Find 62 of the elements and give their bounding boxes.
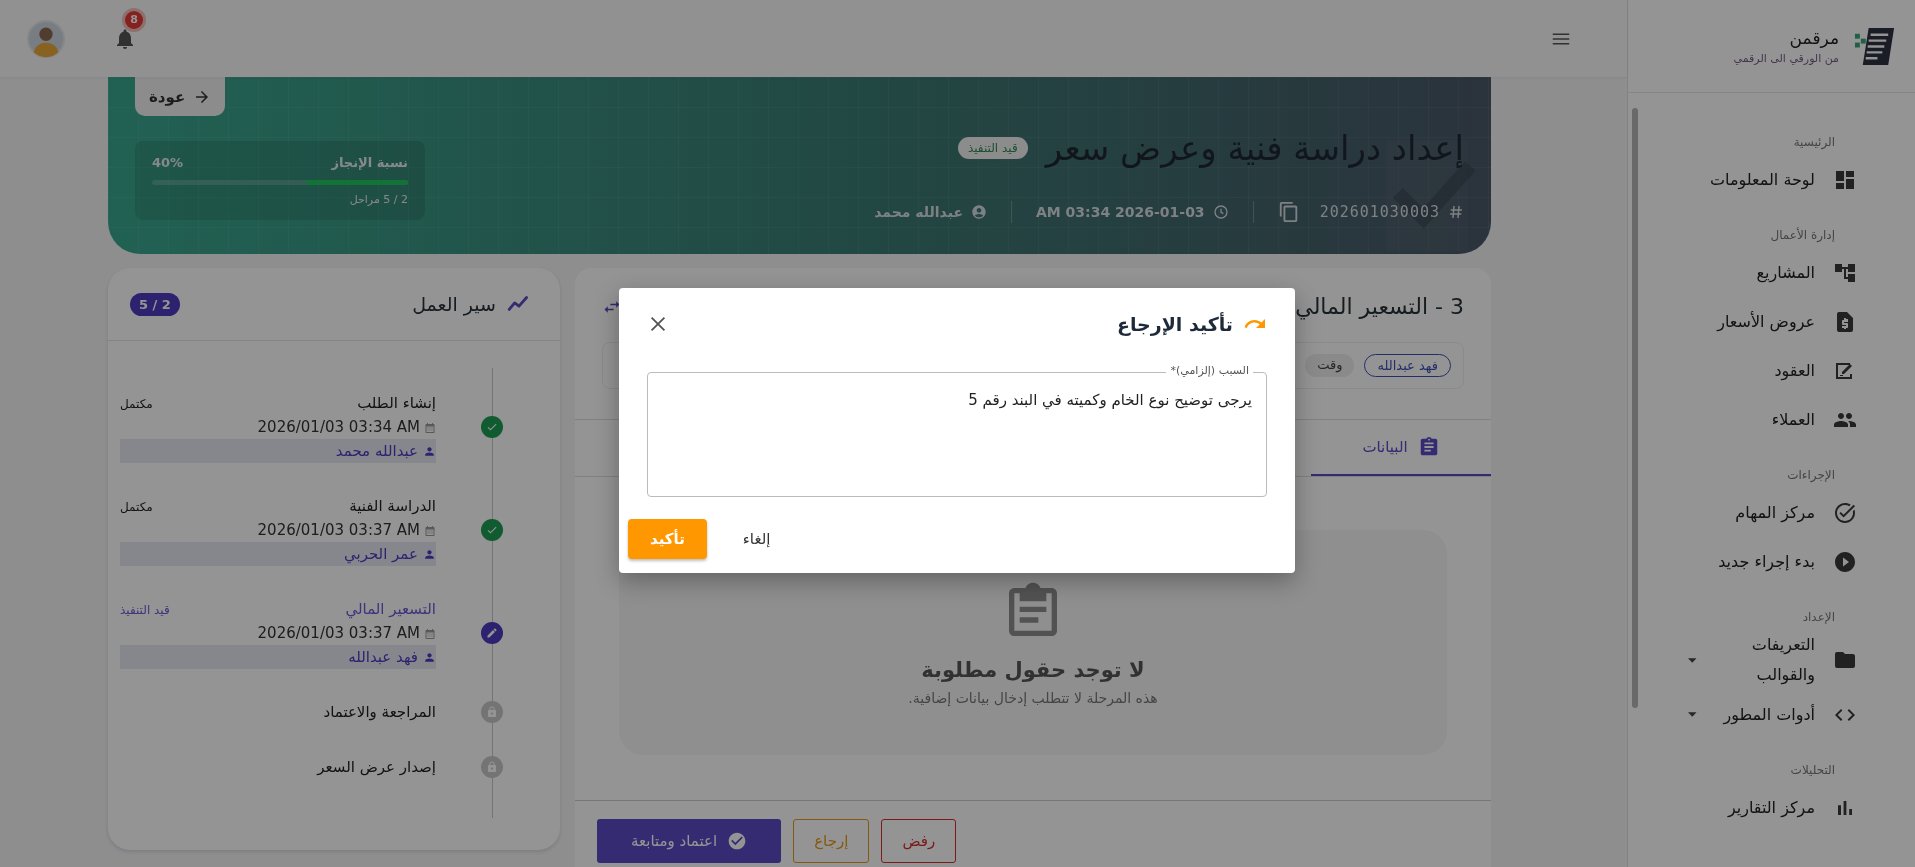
created-date: 2026-01-03 03:34 AM: [1035, 204, 1205, 220]
empty-text: هذه المرحلة لا تتطلب إدخال بيانات إضافية.: [908, 689, 1158, 706]
step-title: إنشاء الطلب: [357, 393, 436, 414]
creator-name: عبدالله محمد: [874, 204, 963, 220]
person-icon: [423, 547, 436, 561]
request-number: 202601030003: [1319, 203, 1440, 221]
person-icon: [423, 650, 436, 664]
step-title: المراجعة والاعتماد: [323, 702, 436, 723]
lock-icon: [481, 701, 503, 723]
hash-icon: [1448, 204, 1464, 220]
brand-name: مرقمن: [1788, 27, 1839, 48]
check-icon: [481, 519, 503, 541]
assignee-name: عمر الحربي: [343, 544, 418, 566]
step-date: 2026/01/03 03:34 AM: [257, 417, 420, 438]
scrollbar[interactable]: [1632, 108, 1638, 708]
avatar[interactable]: [27, 19, 65, 58]
empty-title: لا توجد حقول مطلوبة: [921, 657, 1145, 682]
person-icon: [423, 444, 436, 458]
back-button[interactable]: عودة: [135, 77, 226, 116]
step-date: 2026/01/03 03:37 AM: [257, 520, 420, 541]
nav-item[interactable]: أدوات المطور: [1628, 690, 1915, 739]
approve-button[interactable]: اعتماد ومتابعة: [597, 819, 782, 863]
notification-badge: 8: [125, 10, 143, 29]
step-title: الدراسة الفنية: [349, 496, 436, 517]
step-date: 2026/01/03 03:37 AM: [257, 623, 420, 644]
status-badge: قيد التنفيذ: [957, 137, 1028, 159]
workflow-title: سير العمل: [412, 293, 496, 315]
play-icon: [1833, 549, 1857, 574]
brand-tagline: من الورقي الى الرقمي: [1733, 51, 1839, 65]
nav-item[interactable]: مركز التقارير: [1628, 783, 1915, 832]
calendar-icon: [424, 524, 436, 537]
nav-section-label: الإجراءات: [1786, 467, 1836, 484]
step-status: قيد التنفيذ: [120, 602, 170, 619]
nav-section-label: إدارة الأعمال: [1769, 226, 1836, 244]
progress-label: نسبة الإنجاز: [331, 155, 408, 170]
progress-percent: 40%: [152, 155, 184, 170]
copy-icon[interactable]: [1277, 201, 1300, 223]
cancel-button[interactable]: إلغاء: [730, 519, 783, 559]
step-title: التسعير المالي: [345, 599, 436, 621]
nav-section-label: الرئيسية: [1792, 134, 1836, 152]
step-status: مكتمل: [120, 396, 153, 413]
calendar-icon: [424, 421, 436, 434]
step-count-badge: 2 / 5: [130, 292, 180, 316]
nav-section-label: التحليلات: [1789, 762, 1836, 779]
field-label: السبب (إلزامي)*: [1166, 363, 1253, 379]
check-icon: [481, 416, 503, 438]
progress-steps: 2 / 5 مراحل: [152, 193, 408, 206]
step-title: إصدار عرض السعر: [317, 757, 436, 778]
time-chip: وقت: [1305, 354, 1355, 377]
step-status: مكتمل: [120, 499, 153, 516]
calendar-icon: [424, 627, 436, 640]
dialog-title: تأكيد الإرجاع: [1116, 313, 1233, 335]
clock-icon: [1212, 204, 1229, 220]
reject-button[interactable]: رفض: [881, 819, 957, 863]
pencil-icon: [481, 622, 503, 644]
assignee-name: فهد عبدالله: [348, 647, 418, 668]
assignee-name: عبدالله محمد: [335, 441, 418, 462]
lock-icon: [481, 756, 503, 778]
nav-section-label: الإعداد: [1801, 609, 1836, 626]
user-icon: [970, 204, 987, 220]
stage-title: 3 - التسعير المالي: [1295, 293, 1464, 322]
tab[interactable]: البيانات: [1311, 420, 1491, 476]
